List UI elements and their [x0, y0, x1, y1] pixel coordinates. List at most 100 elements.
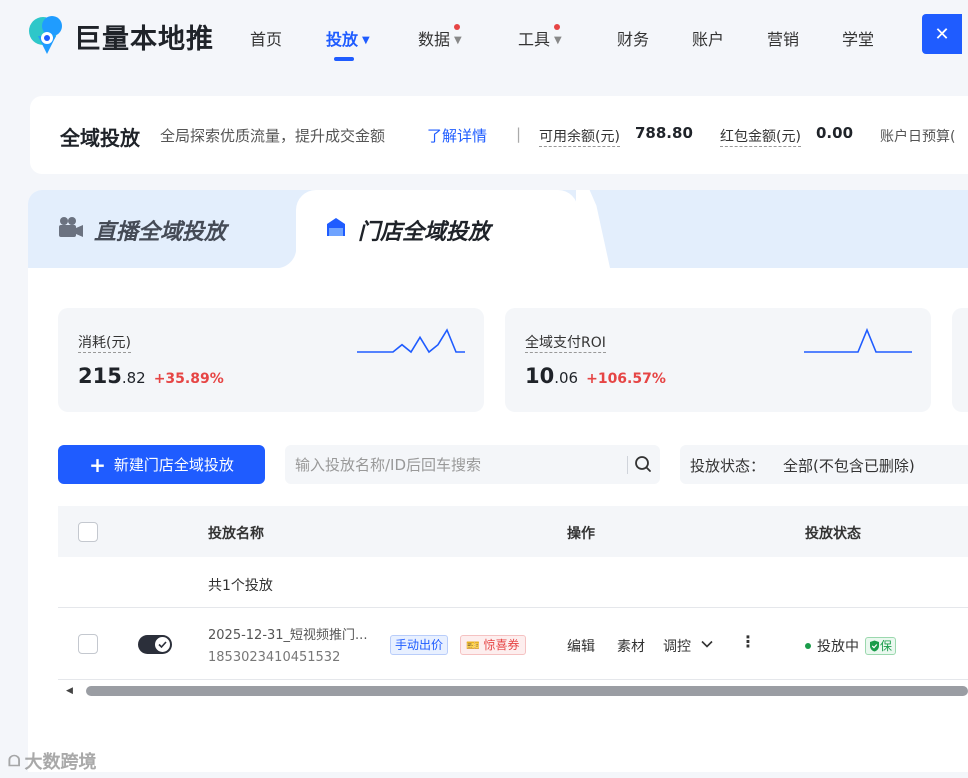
tag-label: 惊喜券: [483, 638, 520, 652]
brand-name: 巨量本地推: [74, 23, 214, 55]
delivery-toggle[interactable]: [138, 635, 172, 654]
metric-value: 10.06 +106.57%: [525, 364, 666, 388]
search-box: [285, 445, 660, 484]
scrollbar-thumb[interactable]: [86, 686, 968, 696]
nav-label: 营销: [767, 30, 800, 49]
main-panel: 直播全域投放 门店全域投放 消耗(元) 215.82 +35.89% 全域支付RO…: [28, 190, 968, 772]
top-navigation: 巨量本地推 首页 投放 ▼ 数据 ▼ 工具 ▼ 财务 账户 营销 学堂 ✕: [0, 0, 968, 76]
nav-label: 数据: [418, 30, 451, 49]
nav-label: 账户: [692, 30, 725, 49]
nav-marketing[interactable]: 营销: [767, 26, 799, 50]
button-label: 新建门店全域投放: [113, 456, 234, 474]
row-divider: [58, 607, 968, 608]
nav-account[interactable]: 账户: [692, 26, 724, 50]
metric-value-dec: .06: [554, 369, 579, 387]
shield-icon: [870, 640, 879, 652]
page-description: 全局探索优质流量，提升成交金额: [160, 127, 386, 145]
coupon-tag: 🎫 惊喜券: [460, 635, 526, 655]
ticket-icon: 🎫: [466, 639, 480, 652]
daily-budget-label[interactable]: 账户日预算(: [880, 126, 955, 146]
notification-dot: [554, 24, 560, 30]
close-icon: ✕: [934, 23, 950, 45]
metric-value: 215.82 +35.89%: [78, 364, 224, 388]
metric-value-int: 215: [78, 364, 122, 388]
metric-card-partial[interactable]: [952, 308, 968, 412]
metric-value-int: 10: [525, 364, 555, 388]
badge-label: 保: [880, 639, 893, 653]
nav-label: 学堂: [842, 30, 875, 49]
material-button[interactable]: 素材: [617, 636, 645, 656]
sparkline-roi: [804, 328, 912, 353]
delivery-name-link[interactable]: 2025-12-31_短视频推门...: [208, 624, 367, 643]
account-info-bar: 全域投放 全局探索优质流量，提升成交金额 了解详情 | 可用余额(元) 788.…: [30, 96, 968, 174]
sparkline-spend: [357, 328, 465, 354]
nav-label: 投放: [326, 30, 359, 49]
metric-card-spend[interactable]: 消耗(元) 215.82 +35.89%: [58, 308, 484, 412]
video-camera-icon: [58, 216, 84, 244]
table-summary: 共1个投放: [208, 578, 273, 594]
scroll-left-arrow-icon[interactable]: ◀: [66, 686, 73, 696]
search-input[interactable]: [295, 453, 615, 477]
nav-label: 财务: [617, 30, 650, 49]
tab-label: 直播全域投放: [94, 220, 227, 245]
metric-delta: +106.57%: [586, 371, 666, 387]
tab-label: 门店全域投放: [358, 220, 491, 245]
more-options-icon[interactable]: ⋮: [740, 632, 756, 651]
redpack-value: 0.00: [816, 124, 854, 142]
control-dropdown[interactable]: 调控: [663, 636, 691, 656]
new-store-delivery-button[interactable]: + 新建门店全域投放: [58, 445, 265, 484]
metric-label: 消耗(元): [78, 332, 131, 353]
metric-value-dec: .82: [121, 369, 146, 387]
edit-button[interactable]: 编辑: [567, 636, 595, 656]
row-checkbox[interactable]: [78, 634, 98, 654]
metric-label: 全域支付ROI: [525, 332, 606, 353]
row-divider: [58, 679, 968, 680]
balance-value: 788.80: [635, 124, 693, 142]
metric-card-roi[interactable]: 全域支付ROI 10.06 +106.57%: [505, 308, 931, 412]
plus-icon: +: [89, 452, 106, 477]
caret-down-icon: ▼: [362, 35, 370, 46]
status-dot: [805, 643, 811, 649]
chevron-down-icon[interactable]: [700, 636, 714, 655]
learn-more-link[interactable]: 了解详情: [427, 125, 487, 146]
filter-label: 投放状态：: [690, 457, 766, 475]
watermark-text: 大数跨境: [24, 752, 97, 773]
status-text: 投放中: [817, 639, 859, 655]
caret-down-icon: ▼: [554, 35, 562, 46]
status-filter-select[interactable]: 投放状态： 全部(不包含已删除): [680, 445, 968, 484]
divider: |: [516, 125, 522, 143]
nav-label: 工具: [518, 30, 551, 49]
header-ops: 操作: [567, 526, 595, 542]
page-title: 全域投放: [60, 126, 140, 150]
guarantee-badge[interactable]: 保: [865, 637, 897, 655]
nav-academy[interactable]: 学堂: [842, 26, 874, 50]
sparkline-path: [357, 328, 465, 354]
close-button[interactable]: ✕: [922, 14, 962, 54]
table-header: 投放名称 操作 投放状态: [58, 506, 968, 557]
logo-icon: [26, 14, 68, 58]
sparkline-path: [804, 328, 912, 353]
horizontal-scrollbar[interactable]: ◀: [58, 684, 968, 698]
caret-down-icon: ▼: [454, 35, 462, 46]
header-name[interactable]: 投放名称: [208, 523, 264, 543]
brand-logo[interactable]: 巨量本地推: [26, 14, 214, 58]
tab-live-delivery[interactable]: 直播全域投放: [58, 214, 226, 246]
metric-delta: +35.89%: [153, 371, 224, 387]
header-status[interactable]: 投放状态: [805, 523, 861, 543]
nav-active-indicator: [334, 57, 354, 61]
delivery-status: 投放中 保: [805, 636, 897, 656]
redpack-label[interactable]: 红包金额(元): [720, 126, 801, 147]
store-icon: [324, 216, 348, 244]
nav-home[interactable]: 首页: [250, 26, 282, 50]
tab-store-delivery[interactable]: 门店全域投放: [324, 214, 490, 246]
divider: [627, 456, 628, 474]
nav-finance[interactable]: 财务: [617, 26, 649, 50]
search-icon[interactable]: [633, 454, 653, 478]
watermark-logo-icon: ᗝ: [8, 752, 21, 770]
select-all-checkbox[interactable]: [78, 522, 98, 542]
check-icon: [155, 637, 170, 652]
nav-delivery[interactable]: 投放 ▼: [326, 26, 370, 50]
notification-dot: [454, 24, 460, 30]
filter-value: 全部(不包含已删除): [783, 457, 915, 475]
balance-label[interactable]: 可用余额(元): [539, 126, 620, 147]
